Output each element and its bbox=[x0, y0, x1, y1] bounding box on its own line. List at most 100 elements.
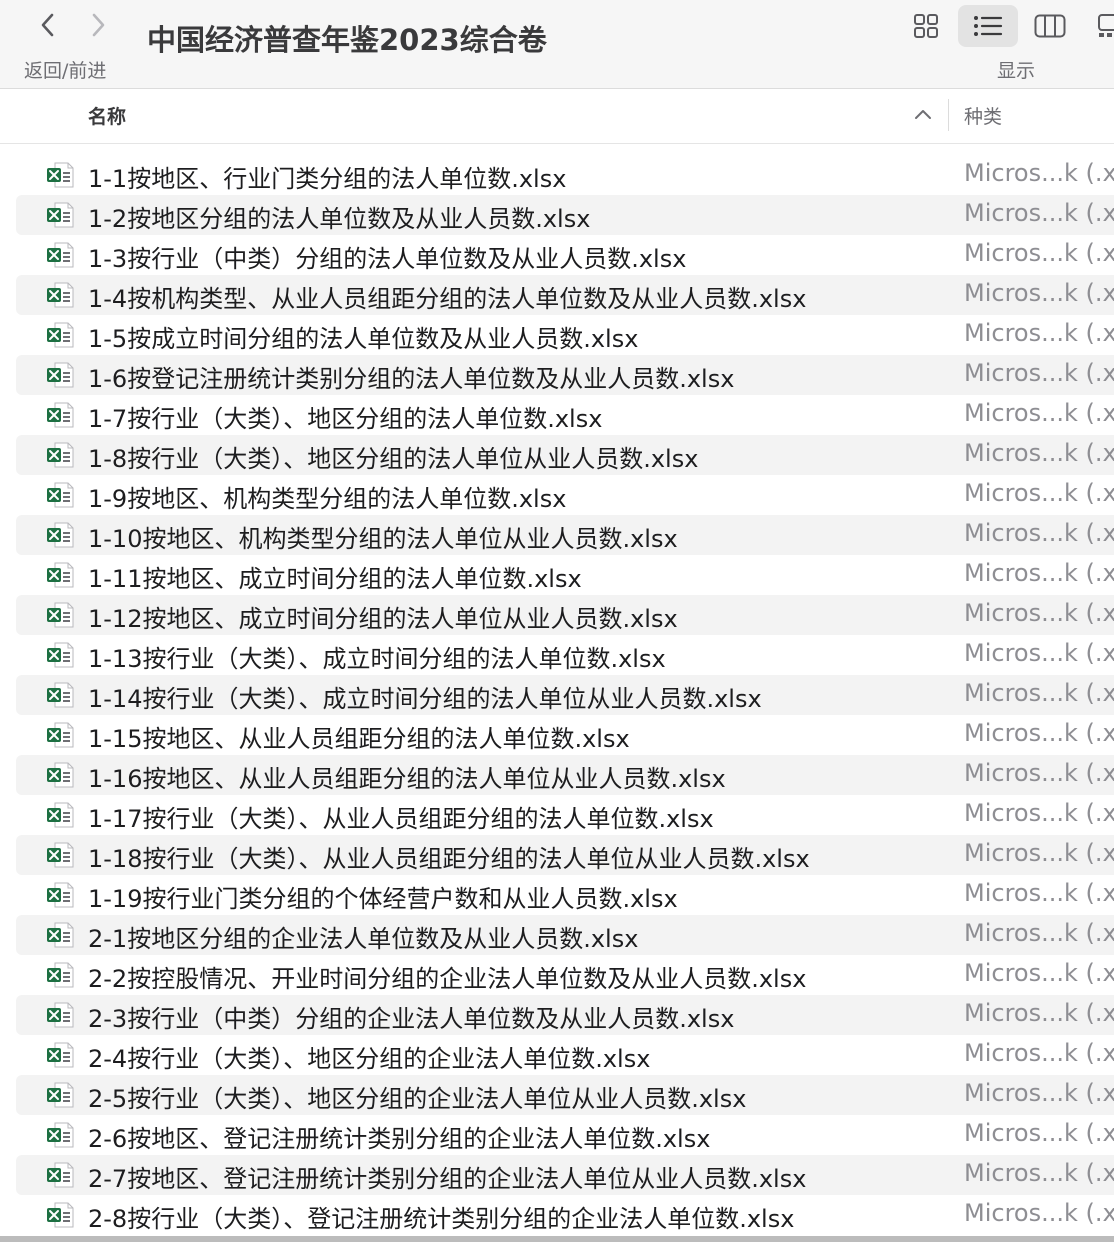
nav-label: 返回/前进 bbox=[24, 60, 107, 82]
back-button[interactable] bbox=[30, 8, 66, 42]
excel-file-icon bbox=[47, 922, 74, 948]
excel-file-icon bbox=[47, 442, 74, 468]
file-name: 2-3按行业（中类）分组的企业法人单位数及从业人员数.xlsx bbox=[88, 1005, 735, 1033]
file-name: 2-5按行业（大类）、地区分组的企业法人单位从业人员数.xlsx bbox=[88, 1085, 747, 1113]
file-kind: Micros...k (.x bbox=[964, 759, 1114, 787]
file-name: 2-1按地区分组的企业法人单位数及从业人员数.xlsx bbox=[88, 925, 639, 953]
chevron-left-icon bbox=[41, 13, 54, 37]
excel-file-icon bbox=[47, 522, 74, 548]
file-kind: Micros...k (.x bbox=[964, 1119, 1114, 1147]
file-row[interactable]: 2-4按行业（大类）、地区分组的企业法人单位数.xlsx Micros...k (… bbox=[16, 1035, 1114, 1075]
file-row[interactable]: 2-7按地区、登记注册统计类别分组的企业法人单位从业人员数.xlsx Micros… bbox=[16, 1155, 1114, 1195]
excel-file-icon bbox=[47, 722, 74, 748]
file-row[interactable]: 2-3按行业（中类）分组的企业法人单位数及从业人员数.xlsx Micros...… bbox=[16, 995, 1114, 1035]
file-row[interactable]: 1-12按地区、成立时间分组的法人单位从业人员数.xlsx Micros...k … bbox=[16, 595, 1114, 635]
excel-file-icon bbox=[47, 1002, 74, 1028]
grid-icon bbox=[914, 14, 938, 38]
file-name: 1-3按行业（中类）分组的法人单位数及从业人员数.xlsx bbox=[88, 245, 687, 273]
column-header-name[interactable]: 名称 bbox=[88, 102, 126, 129]
excel-file-icon bbox=[47, 322, 74, 348]
file-name: 1-6按登记注册统计类别分组的法人单位数及从业人员数.xlsx bbox=[88, 365, 735, 393]
file-name: 2-4按行业（大类）、地区分组的企业法人单位数.xlsx bbox=[88, 1045, 651, 1073]
chevron-right-icon bbox=[92, 13, 105, 37]
excel-file-icon bbox=[47, 802, 74, 828]
file-kind: Micros...k (.x bbox=[964, 279, 1114, 307]
file-kind: Micros...k (.x bbox=[964, 399, 1114, 427]
excel-file-icon bbox=[47, 682, 74, 708]
file-name: 1-2按地区分组的法人单位数及从业人员数.xlsx bbox=[88, 205, 591, 233]
file-row[interactable]: 1-9按地区、机构类型分组的法人单位数.xlsx Micros...k (.x bbox=[16, 475, 1114, 515]
file-kind: Micros...k (.x bbox=[964, 199, 1114, 227]
file-name: 1-17按行业（大类）、从业人员组距分组的法人单位数.xlsx bbox=[88, 805, 714, 833]
file-row[interactable]: 1-15按地区、从业人员组距分组的法人单位数.xlsx Micros...k (.… bbox=[16, 715, 1114, 755]
file-kind: Micros...k (.x bbox=[964, 799, 1114, 827]
excel-file-icon bbox=[47, 482, 74, 508]
gallery-icon bbox=[1098, 14, 1114, 37]
excel-file-icon bbox=[47, 762, 74, 788]
file-row[interactable]: 1-8按行业（大类）、地区分组的法人单位从业人员数.xlsx Micros...k… bbox=[16, 435, 1114, 475]
excel-file-icon bbox=[47, 882, 74, 908]
file-row[interactable]: 1-6按登记注册统计类别分组的法人单位数及从业人员数.xlsx Micros...… bbox=[16, 355, 1114, 395]
file-row[interactable]: 1-7按行业（大类）、地区分组的法人单位数.xlsx Micros...k (.x bbox=[16, 395, 1114, 435]
file-name: 2-2按控股情况、开业时间分组的企业法人单位数及从业人员数.xlsx bbox=[88, 965, 807, 993]
file-kind: Micros...k (.x bbox=[964, 599, 1114, 627]
file-kind: Micros...k (.x bbox=[964, 1079, 1114, 1107]
horizontal-scrollbar[interactable] bbox=[0, 1236, 1114, 1242]
file-kind: Micros...k (.x bbox=[964, 479, 1114, 507]
file-kind: Micros...k (.x bbox=[964, 359, 1114, 387]
file-name: 1-15按地区、从业人员组距分组的法人单位数.xlsx bbox=[88, 725, 630, 753]
file-name: 2-6按地区、登记注册统计类别分组的企业法人单位数.xlsx bbox=[88, 1125, 711, 1153]
file-name: 1-11按地区、成立时间分组的法人单位数.xlsx bbox=[88, 565, 582, 593]
file-row[interactable]: 2-5按行业（大类）、地区分组的企业法人单位从业人员数.xlsx Micros..… bbox=[16, 1075, 1114, 1115]
file-row[interactable]: 1-16按地区、从业人员组距分组的法人单位从业人员数.xlsx Micros...… bbox=[16, 755, 1114, 795]
column-header-kind[interactable]: 种类 bbox=[964, 102, 1002, 129]
file-row[interactable]: 1-2按地区分组的法人单位数及从业人员数.xlsx Micros...k (.x bbox=[16, 195, 1114, 235]
file-row[interactable]: 1-13按行业（大类）、成立时间分组的法人单位数.xlsx Micros...k … bbox=[16, 635, 1114, 675]
column-divider[interactable] bbox=[948, 99, 949, 131]
file-row[interactable]: 1-5按成立时间分组的法人单位数及从业人员数.xlsx Micros...k (.… bbox=[16, 315, 1114, 355]
file-row[interactable]: 1-4按机构类型、从业人员组距分组的法人单位数及从业人员数.xlsx Micros… bbox=[16, 275, 1114, 315]
excel-file-icon bbox=[47, 1082, 74, 1108]
column-view-button[interactable] bbox=[1028, 5, 1072, 47]
file-row[interactable]: 2-8按行业（大类）、登记注册统计类别分组的企业法人单位数.xlsx Micros… bbox=[16, 1195, 1114, 1235]
file-kind: Micros...k (.x bbox=[964, 1039, 1114, 1067]
list-view-button[interactable] bbox=[958, 5, 1018, 47]
file-name: 1-1按地区、行业门类分组的法人单位数.xlsx bbox=[88, 165, 567, 193]
file-row[interactable]: 2-2按控股情况、开业时间分组的企业法人单位数及从业人员数.xlsx Micros… bbox=[16, 955, 1114, 995]
file-kind: Micros...k (.x bbox=[964, 1199, 1114, 1227]
file-name: 1-10按地区、机构类型分组的法人单位从业人员数.xlsx bbox=[88, 525, 678, 553]
file-kind: Micros...k (.x bbox=[964, 999, 1114, 1027]
file-name: 1-8按行业（大类）、地区分组的法人单位从业人员数.xlsx bbox=[88, 445, 699, 473]
file-name: 1-12按地区、成立时间分组的法人单位从业人员数.xlsx bbox=[88, 605, 678, 633]
file-row[interactable]: 1-1按地区、行业门类分组的法人单位数.xlsx Micros...k (.x bbox=[16, 155, 1114, 195]
gallery-view-button[interactable] bbox=[1090, 5, 1114, 47]
excel-file-icon bbox=[47, 962, 74, 988]
excel-file-icon bbox=[47, 202, 74, 228]
file-row[interactable]: 1-19按行业门类分组的个体经营户数和从业人员数.xlsx Micros...k … bbox=[16, 875, 1114, 915]
excel-file-icon bbox=[47, 1202, 74, 1228]
file-kind: Micros...k (.x bbox=[964, 319, 1114, 347]
file-row[interactable]: 1-18按行业（大类）、从业人员组距分组的法人单位从业人员数.xlsx Micro… bbox=[16, 835, 1114, 875]
file-row[interactable]: 2-1按地区分组的企业法人单位数及从业人员数.xlsx Micros...k (.… bbox=[16, 915, 1114, 955]
icon-view-button[interactable] bbox=[906, 5, 946, 47]
file-name: 1-9按地区、机构类型分组的法人单位数.xlsx bbox=[88, 485, 567, 513]
excel-file-icon bbox=[47, 602, 74, 628]
file-name: 1-14按行业（大类）、成立时间分组的法人单位从业人员数.xlsx bbox=[88, 685, 762, 713]
file-row[interactable]: 1-11按地区、成立时间分组的法人单位数.xlsx Micros...k (.x bbox=[16, 555, 1114, 595]
file-name: 1-4按机构类型、从业人员组距分组的法人单位数及从业人员数.xlsx bbox=[88, 285, 807, 313]
window-title: 中国经济普查年鉴2023综合卷 bbox=[147, 23, 547, 57]
forward-button[interactable] bbox=[80, 8, 116, 42]
excel-file-icon bbox=[47, 1162, 74, 1188]
excel-file-icon bbox=[47, 242, 74, 268]
chevron-up-icon[interactable] bbox=[913, 107, 933, 121]
file-kind: Micros...k (.x bbox=[964, 679, 1114, 707]
file-kind: Micros...k (.x bbox=[964, 159, 1114, 187]
file-row[interactable]: 1-14按行业（大类）、成立时间分组的法人单位从业人员数.xlsx Micros.… bbox=[16, 675, 1114, 715]
file-kind: Micros...k (.x bbox=[964, 879, 1114, 907]
file-kind: Micros...k (.x bbox=[964, 1159, 1114, 1187]
file-row[interactable]: 1-10按地区、机构类型分组的法人单位从业人员数.xlsx Micros...k … bbox=[16, 515, 1114, 555]
file-row[interactable]: 1-3按行业（中类）分组的法人单位数及从业人员数.xlsx Micros...k … bbox=[16, 235, 1114, 275]
excel-file-icon bbox=[47, 282, 74, 308]
file-row[interactable]: 2-6按地区、登记注册统计类别分组的企业法人单位数.xlsx Micros...k… bbox=[16, 1115, 1114, 1155]
file-row[interactable]: 1-17按行业（大类）、从业人员组距分组的法人单位数.xlsx Micros...… bbox=[16, 795, 1114, 835]
